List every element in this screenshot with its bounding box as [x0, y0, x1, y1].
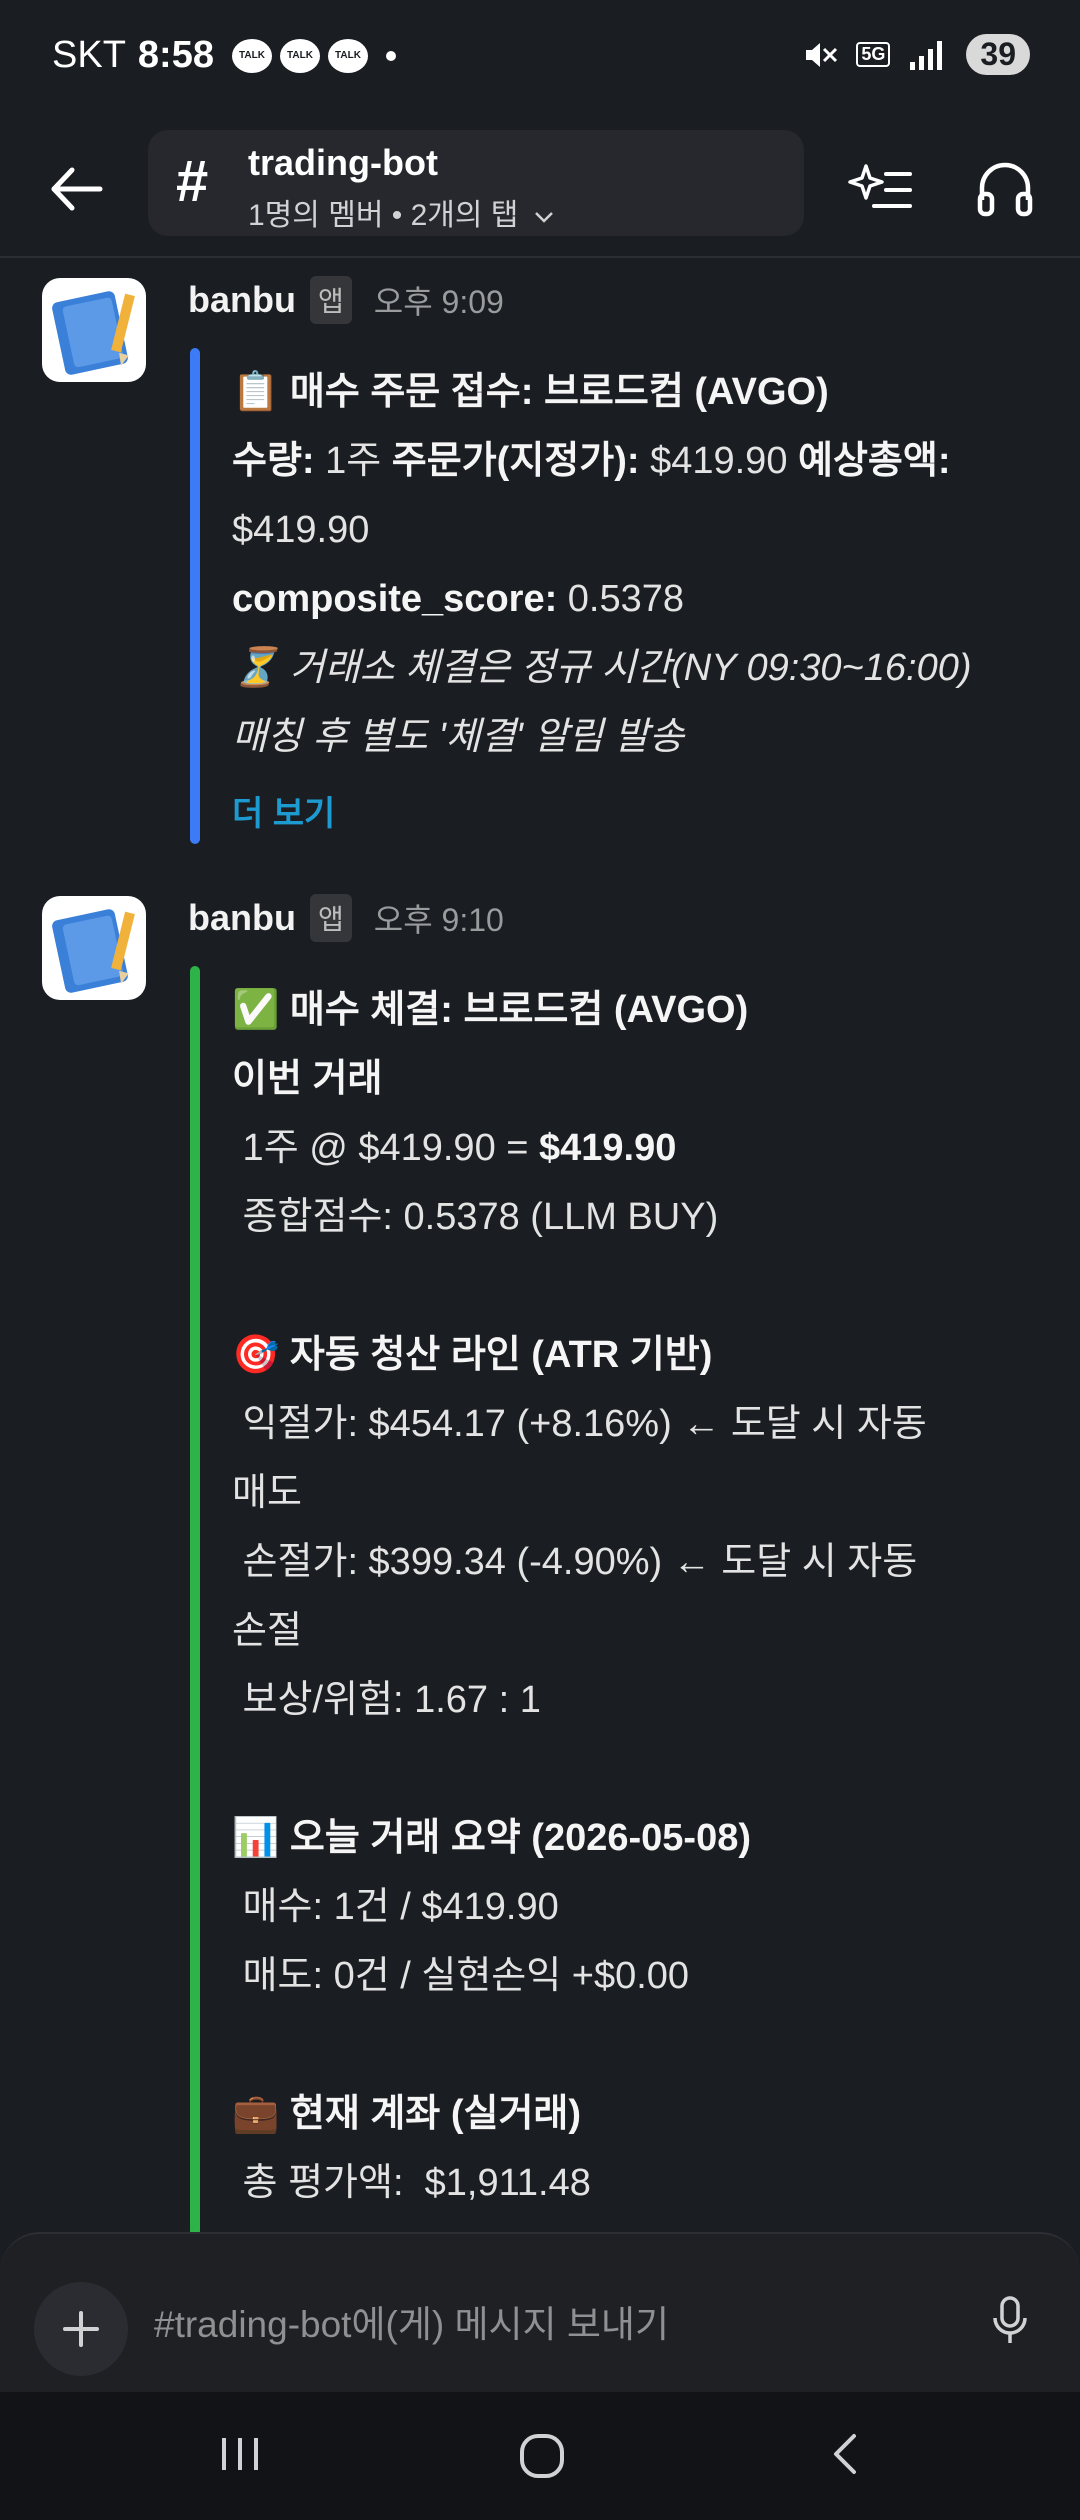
message-time: 오후 9:09	[373, 284, 504, 320]
message-body: 📋 매수 주문 접수: 브로드컴 (AVGO) 수량: 1주 주문가(지정가):…	[232, 358, 1032, 849]
recent-apps-icon[interactable]	[216, 2430, 264, 2478]
app-badge: 앱	[309, 276, 352, 324]
plus-icon	[63, 2311, 99, 2347]
battery-indicator: 39	[966, 34, 1030, 75]
home-icon[interactable]	[516, 2430, 568, 2482]
summary-line: 매수: 1건 / $419.90	[232, 1886, 559, 1928]
back-icon[interactable]	[822, 2430, 870, 2478]
price-label: 주문가(지정가):	[391, 440, 640, 482]
avatar[interactable]	[42, 896, 146, 1000]
message-title: 📋 매수 주문 접수: 브로드컴 (AVGO)	[232, 371, 829, 413]
add-attachment-button[interactable]	[34, 2282, 128, 2376]
ai-summary-icon[interactable]	[848, 156, 914, 222]
show-more-link[interactable]: 더 보기	[232, 780, 1032, 849]
headphones-icon[interactable]	[972, 156, 1038, 222]
exit-line: 매도	[232, 1472, 302, 1514]
avatar[interactable]	[42, 278, 146, 382]
notebook-icon	[52, 909, 135, 993]
qty-label: 수량:	[232, 440, 315, 482]
sender-name[interactable]: banbu	[188, 897, 296, 939]
back-arrow-icon[interactable]	[44, 156, 110, 222]
exit-line: 손절가: $399.34 (-4.90%) ← 도달 시 자동	[232, 1541, 918, 1583]
more-notifications-dot-icon	[385, 50, 396, 61]
sender-name[interactable]: banbu	[188, 279, 296, 321]
price-value: $419.90	[639, 440, 799, 482]
total-label: 예상총액:	[798, 440, 951, 482]
mute-icon	[806, 42, 838, 67]
message-time: 오후 9:10	[373, 902, 504, 938]
section-heading: 이번 거래	[232, 1058, 383, 1100]
total-value: $419.90	[232, 509, 370, 551]
summary-line: 매도: 0건 / 실현손익 +$0.00	[232, 1955, 690, 1997]
qty-value: 1주	[314, 440, 392, 482]
exit-line: 보상/위험: 1.67 : 1	[232, 1679, 541, 1721]
app-badge: 앱	[309, 894, 352, 942]
account-line: 총 평가액: $1,911.48	[232, 2162, 591, 2204]
trade-total: $419.90	[539, 1127, 677, 1169]
note-line: ⏳ 거래소 체결은 정규 시간(NY 09:30~16:00)	[232, 647, 972, 689]
clock: 8:58	[137, 34, 214, 76]
score-label: composite_score:	[232, 578, 558, 620]
channel-meta: 1명의 멤버 • 2개의 탭	[248, 199, 519, 232]
channel-name: trading-bot	[248, 142, 438, 183]
message-body: ✅ 매수 체결: 브로드컴 (AVGO) 이번 거래 1주 @ $419.90 …	[232, 976, 1032, 2287]
exit-line: 손절	[232, 1610, 302, 1652]
channel-header: # trading-bot 1명의 멤버 • 2개의 탭	[0, 130, 1080, 258]
signal-icon	[910, 40, 943, 70]
network-type-icon: 5G	[856, 42, 891, 67]
score-value: 0.5378	[557, 578, 685, 620]
message-title: ✅ 매수 체결: 브로드컴 (AVGO)	[232, 989, 749, 1031]
exit-line: 익절가: $454.17 (+8.16%) ← 도달 시 자동	[232, 1403, 927, 1445]
notebook-icon	[52, 291, 135, 375]
status-bar: SKT 8:58 TALK TALK TALK 5G 39	[0, 0, 1080, 120]
attachment-accent-bar	[190, 348, 200, 844]
kakaotalk-notification-icon: TALK	[279, 38, 320, 73]
section-heading: 🎯 자동 청산 라인 (ATR 기반)	[232, 1334, 713, 1376]
section-heading: 📊 오늘 거래 요약 (2026-05-08)	[232, 1817, 751, 1859]
channel-info-button[interactable]: # trading-bot 1명의 멤버 • 2개의 탭	[148, 130, 804, 236]
microphone-icon[interactable]	[990, 2296, 1030, 2346]
attachment-accent-bar	[190, 966, 200, 2236]
kakaotalk-notification-icon: TALK	[231, 38, 272, 73]
kakaotalk-notification-icon: TALK	[327, 38, 368, 73]
carrier-label: SKT	[52, 34, 126, 76]
system-nav-bar	[0, 2392, 1080, 2520]
channel-hash-icon: #	[176, 149, 209, 214]
chevron-down-icon	[534, 212, 553, 223]
trade-line: 1주 @ $419.90 =	[232, 1127, 540, 1169]
note-line: 매칭 후 별도 '체결' 알림 발송	[232, 716, 684, 758]
section-heading: 💼 현재 계좌 (실거래)	[232, 2093, 582, 2135]
message-composer: #trading-bot에(게) 메시지 보내기	[0, 2232, 1080, 2394]
message-input[interactable]: #trading-bot에(게) 메시지 보내기	[154, 2294, 669, 2348]
trade-line: 종합점수: 0.5378 (LLM BUY)	[232, 1196, 719, 1238]
